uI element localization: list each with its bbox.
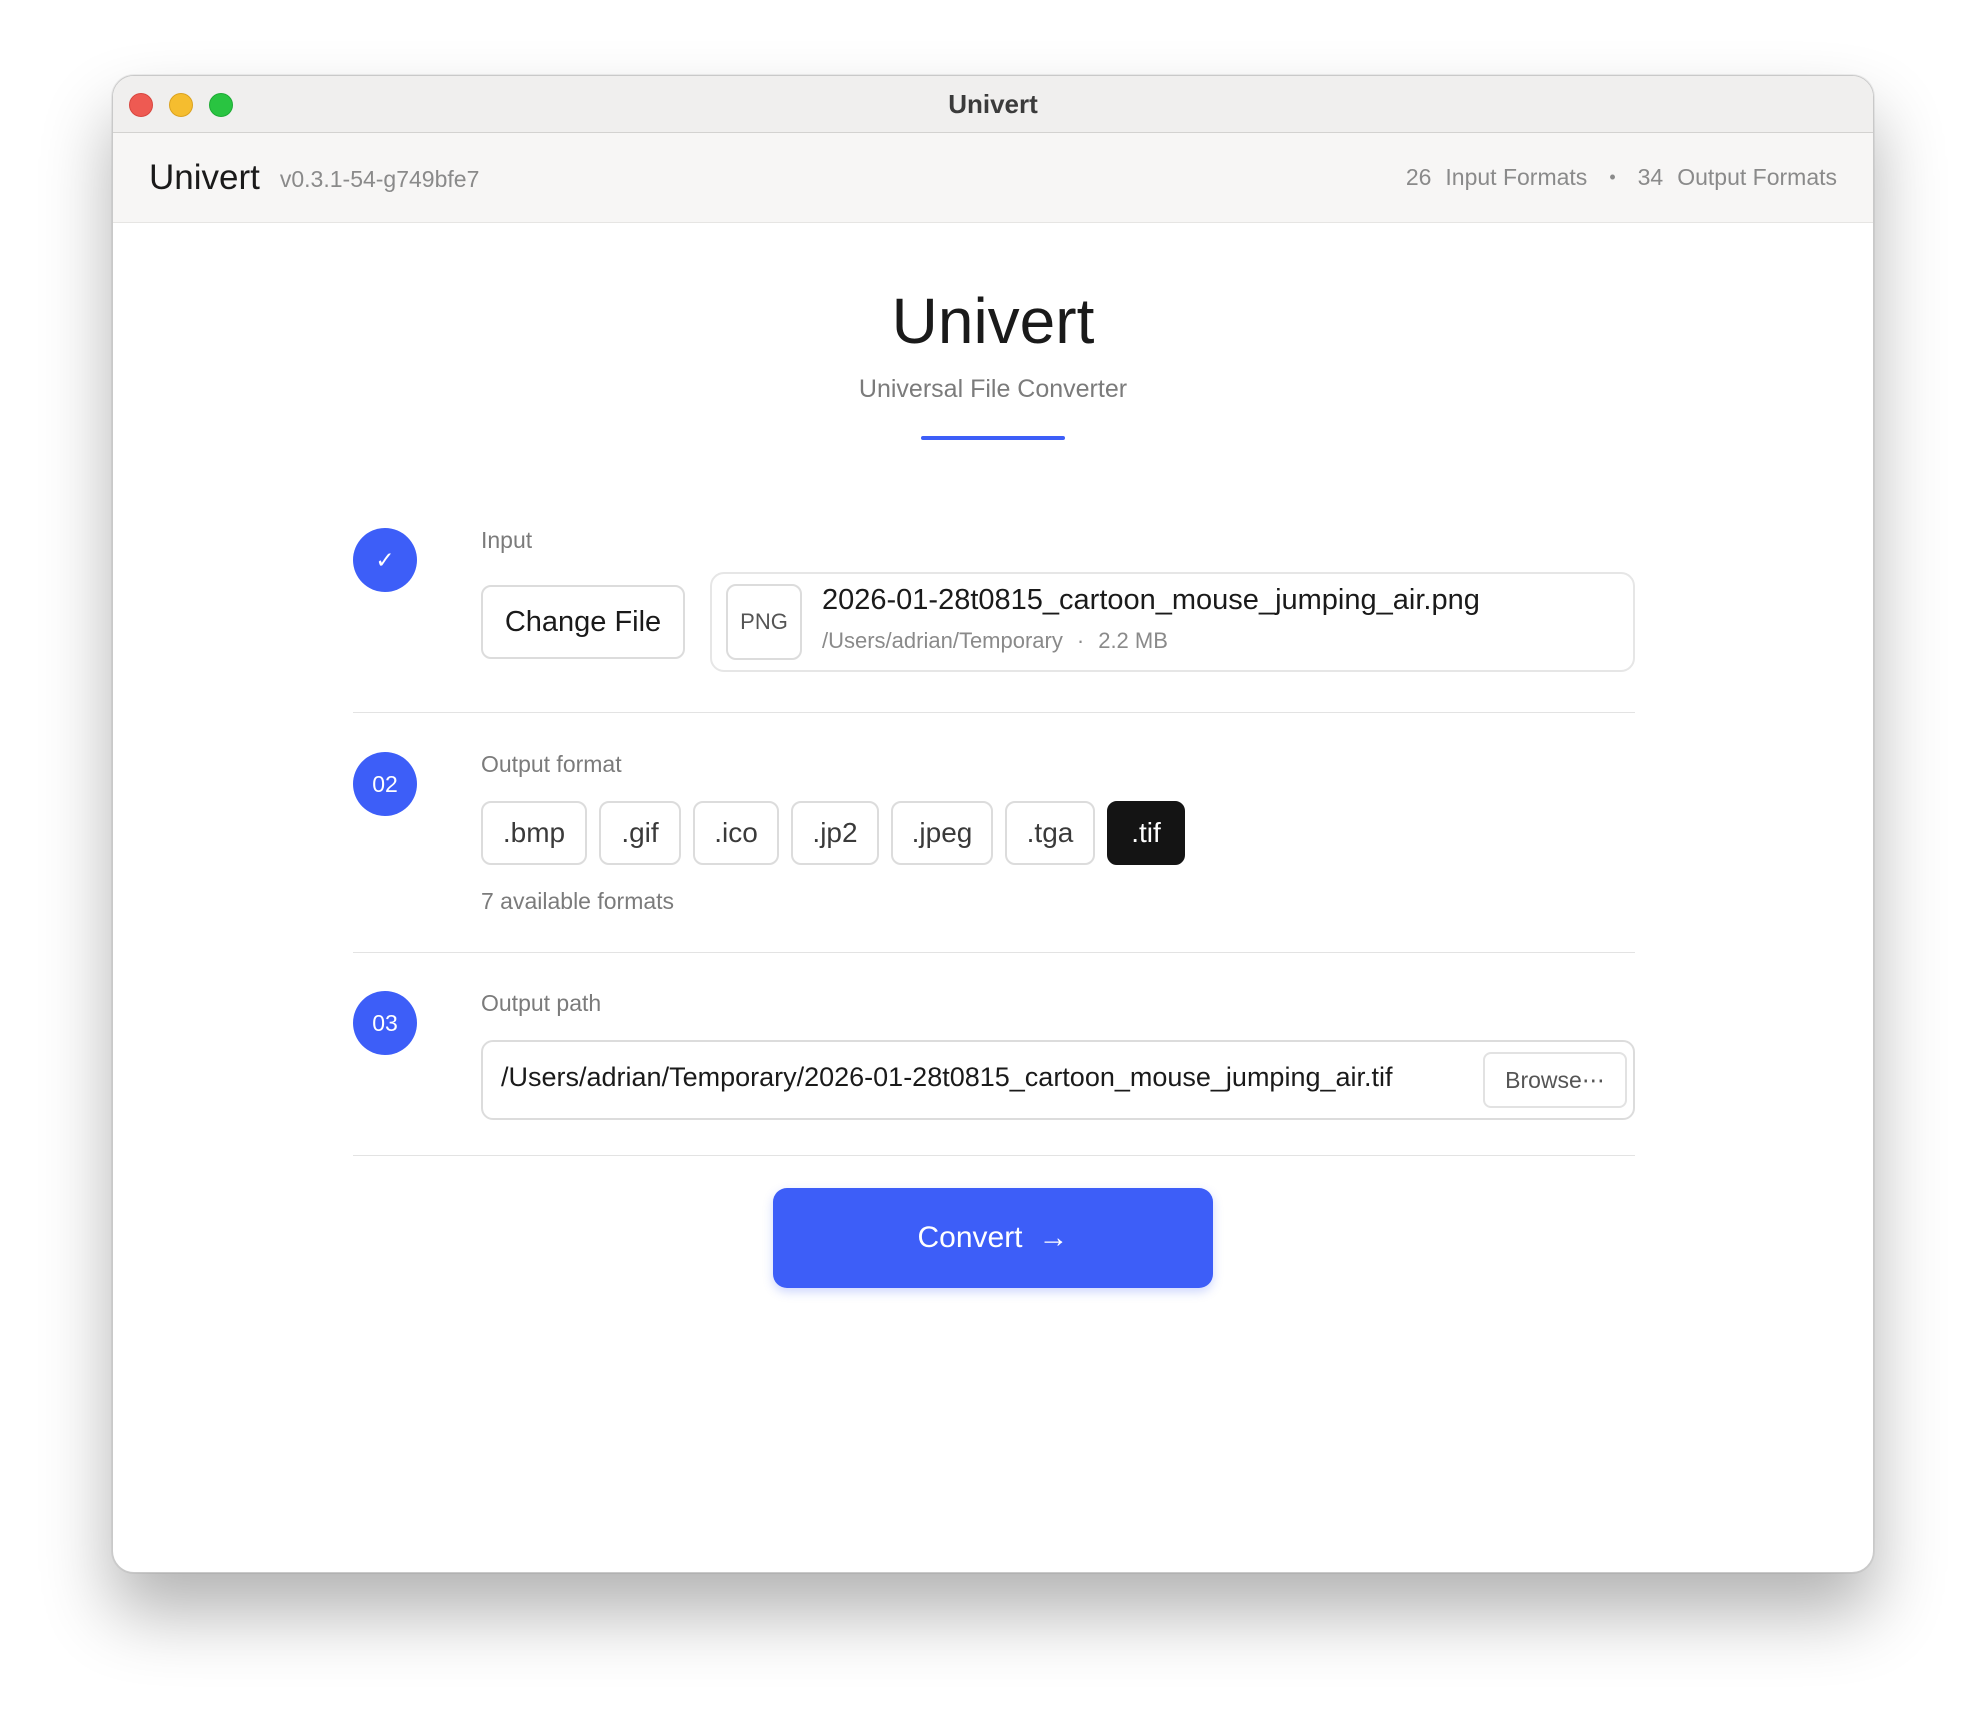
output-format-label: Output format	[481, 751, 622, 777]
file-type-badge: PNG	[726, 584, 802, 660]
convert-label: Convert	[917, 1221, 1023, 1254]
page-subtitle: Universal File Converter	[858, 375, 1128, 403]
file-name: 2026-01-28t0815_cartoon_mouse_jumping_ai…	[822, 584, 1480, 616]
app-header: Univert v0.3.1-54-g749bfe7 26 Input Form…	[113, 133, 1873, 223]
step-complete-check-icon: ✓	[353, 528, 417, 592]
output-format-step: 02 Output format .bmp .gif .ico .jp2 .jp…	[353, 751, 1635, 922]
input-step: ✓ Input Change File PNG 2026-01-28t0815_…	[353, 527, 1635, 678]
format-option-jpeg[interactable]: .jpeg	[891, 801, 993, 865]
input-label: Input	[481, 527, 533, 553]
convert-button[interactable]: Convert →	[773, 1188, 1213, 1288]
page-title: Univert	[891, 285, 1095, 357]
title-bar: Univert	[113, 76, 1873, 133]
arrow-right-icon: →	[1038, 1221, 1069, 1254]
app-window: Univert Univert v0.3.1-54-g749bfe7 26 In…	[112, 75, 1874, 1573]
section-divider	[353, 712, 1635, 713]
output-formats-count: 34	[1637, 164, 1664, 190]
format-option-gif[interactable]: .gif	[599, 801, 681, 865]
format-stats: 26 Input Formats • 34 Output Formats	[1406, 164, 1837, 191]
window-title: Univert	[948, 88, 1038, 119]
format-options: .bmp .gif .ico .jp2 .jpeg .tga .tif	[481, 801, 1185, 865]
input-formats-count: 26	[1405, 164, 1432, 190]
section-divider	[353, 952, 1635, 953]
format-option-tga[interactable]: .tga	[1005, 801, 1095, 865]
format-option-bmp[interactable]: .bmp	[481, 801, 587, 865]
section-divider	[353, 1155, 1635, 1156]
close-window-button[interactable]	[129, 93, 153, 117]
available-formats-count: 7 available formats	[481, 888, 675, 914]
step-number-badge: 02	[353, 752, 417, 816]
file-meta: /Users/adrian/Temporary · 2.2 MB	[822, 628, 1168, 654]
app-version: v0.3.1-54-g749bfe7	[279, 166, 480, 192]
output-path-label: Output path	[481, 990, 602, 1016]
format-option-tif-selected[interactable]: .tif	[1107, 801, 1185, 865]
output-path-field[interactable]: /Users/adrian/Temporary/2026-01-28t0815_…	[481, 1040, 1635, 1120]
title-underline	[921, 436, 1065, 440]
minimize-window-button[interactable]	[169, 93, 193, 117]
input-formats-label: Input Formats	[1445, 164, 1588, 190]
change-file-button[interactable]: Change File	[481, 585, 685, 659]
format-option-jp2[interactable]: .jp2	[791, 801, 879, 865]
stats-separator: •	[1609, 167, 1616, 187]
window-controls	[129, 93, 233, 117]
app-name: Univert	[149, 157, 260, 197]
step-number-badge: 03	[353, 991, 417, 1055]
file-size: 2.2 MB	[1098, 628, 1168, 653]
output-path-step: 03 Output path /Users/adrian/Temporary/2…	[353, 990, 1635, 1131]
format-option-ico[interactable]: .ico	[693, 801, 779, 865]
selected-file-card: PNG 2026-01-28t0815_cartoon_mouse_jumpin…	[710, 572, 1635, 672]
browse-button[interactable]: Browse⋯	[1483, 1052, 1627, 1108]
file-directory: /Users/adrian/Temporary	[822, 628, 1063, 653]
maximize-window-button[interactable]	[209, 93, 233, 117]
meta-separator: ·	[1076, 628, 1085, 653]
output-path-value[interactable]: /Users/adrian/Temporary/2026-01-28t0815_…	[501, 1062, 1393, 1093]
output-formats-label: Output Formats	[1677, 164, 1837, 190]
